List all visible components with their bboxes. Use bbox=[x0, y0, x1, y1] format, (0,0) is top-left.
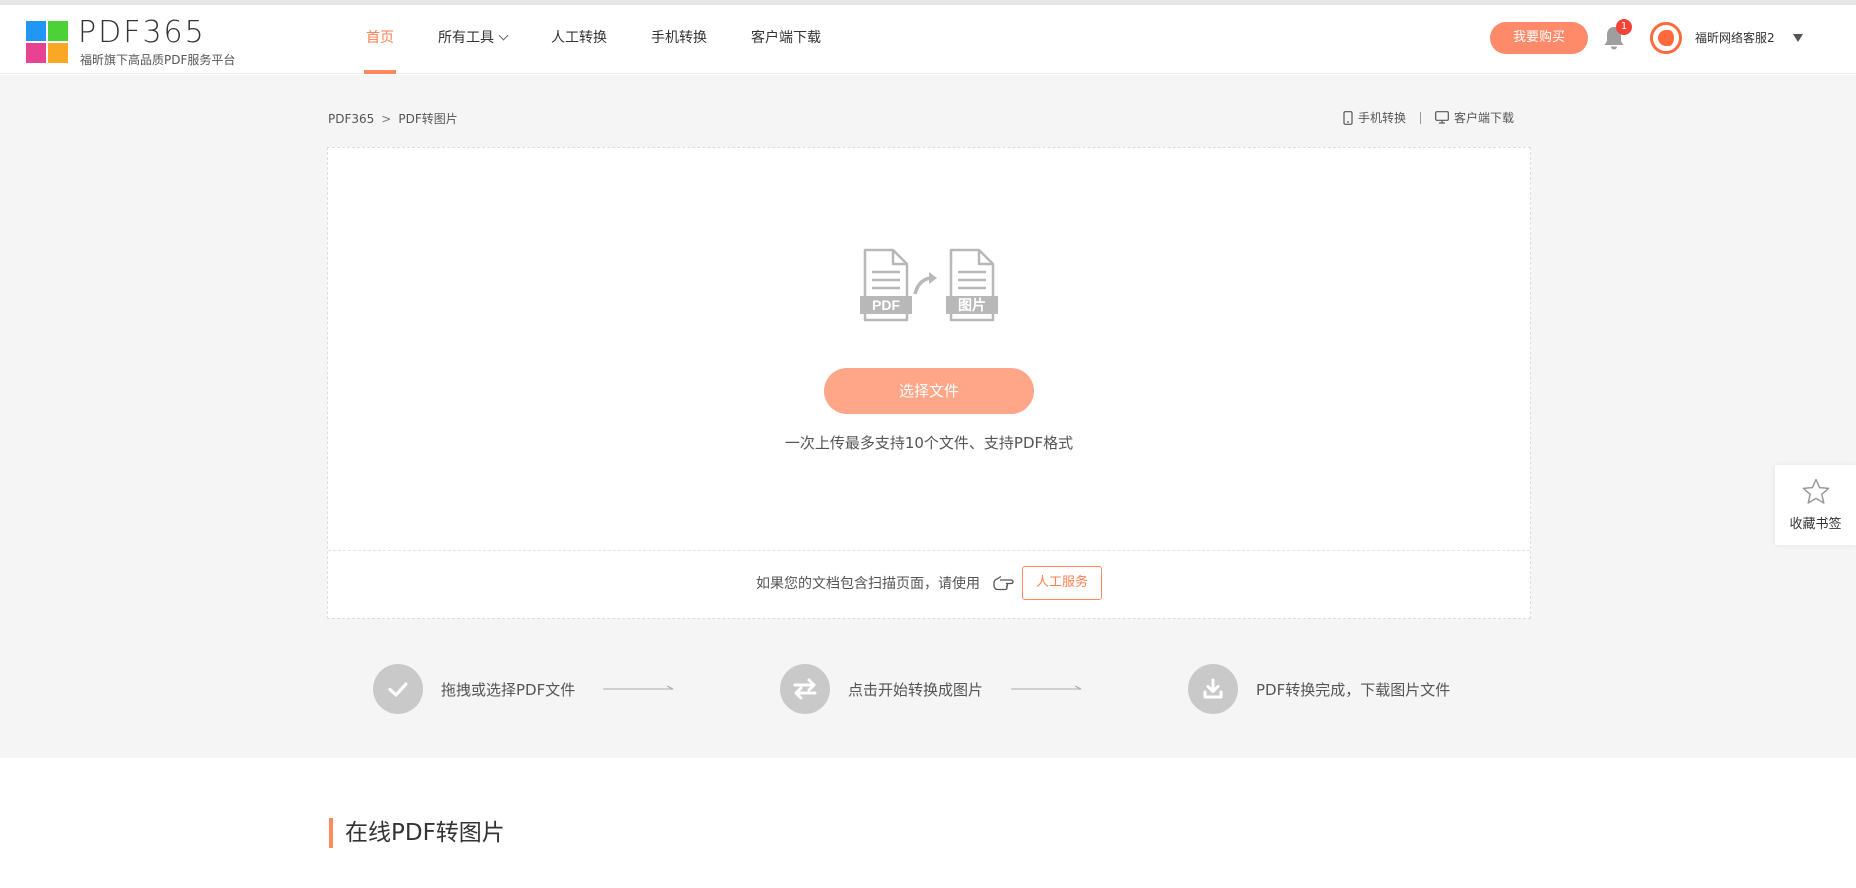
user-menu-caret-icon[interactable] bbox=[1793, 34, 1803, 42]
upload-dropzone[interactable]: PDF 图片 选择文件 一次上传最多支持10个文件、支持PDF格式 如果您的文档… bbox=[327, 147, 1531, 619]
quick-link-desktop-label: 客户端下载 bbox=[1454, 111, 1515, 125]
pdf-to-image-icon: PDF 图片 bbox=[860, 248, 998, 322]
bookmark-widget[interactable]: 收藏书签 bbox=[1775, 465, 1856, 545]
quick-link-desktop[interactable]: 客户端下载 bbox=[1435, 109, 1514, 126]
quick-links: 手机转换 客户端下载 bbox=[1343, 109, 1514, 126]
nav-item-human-conversion[interactable]: 人工转换 bbox=[551, 5, 607, 74]
step-arrow-icon bbox=[1011, 685, 1082, 690]
logo-mark-icon bbox=[26, 21, 68, 63]
download-icon bbox=[1203, 678, 1223, 699]
scan-notice: 如果您的文档包含扫描页面，请使用 人工服务 bbox=[328, 560, 1530, 606]
step-label: PDF转换完成，下载图片文件 bbox=[1256, 680, 1451, 699]
main-nav: 首页 所有工具 人工转换 手机转换 客户端下载 bbox=[364, 5, 865, 74]
check-icon bbox=[388, 682, 408, 697]
upload-hint: 一次上传最多支持10个文件、支持PDF格式 bbox=[784, 434, 1074, 452]
step-select-file: 拖拽或选择PDF文件 bbox=[373, 663, 675, 715]
step-start-conversion: 点击开始转换成图片 bbox=[780, 663, 1083, 715]
step-label: 点击开始转换成图片 bbox=[848, 680, 984, 699]
step-arrow-icon bbox=[603, 685, 674, 690]
logo-subtitle: 福昕旗下高品质PDF服务平台 bbox=[80, 53, 236, 67]
monitor-icon bbox=[1435, 111, 1449, 124]
step-download: PDF转换完成，下载图片文件 bbox=[1188, 663, 1450, 715]
quick-link-mobile-label: 手机转换 bbox=[1358, 111, 1407, 125]
section-title: 在线PDF转图片 bbox=[329, 818, 505, 848]
step-label: 拖拽或选择PDF文件 bbox=[441, 680, 576, 699]
breadcrumb: PDF365 > PDF转图片 bbox=[328, 110, 458, 127]
nav-item-all-tools-label: 所有工具 bbox=[438, 30, 494, 46]
logo-name: PDF365 bbox=[78, 15, 206, 50]
human-service-button[interactable]: 人工服务 bbox=[1021, 566, 1102, 600]
site-logo[interactable]: PDF365 福昕旗下高品质PDF服务平台 bbox=[26, 15, 246, 67]
notification-badge: 1 bbox=[1616, 19, 1632, 35]
quick-link-mobile[interactable]: 手机转换 bbox=[1343, 109, 1406, 126]
step-circle bbox=[780, 664, 830, 714]
step-circle bbox=[1188, 664, 1238, 714]
nav-item-home[interactable]: 首页 bbox=[364, 5, 396, 74]
avatar[interactable] bbox=[1650, 22, 1682, 54]
step-circle bbox=[373, 664, 423, 714]
select-file-button[interactable]: 选择文件 bbox=[824, 368, 1034, 414]
swap-icon bbox=[793, 678, 817, 700]
breadcrumb-separator: > bbox=[381, 112, 392, 126]
nav-item-all-tools[interactable]: 所有工具 bbox=[438, 5, 509, 74]
chevron-down-icon bbox=[498, 30, 509, 41]
upload-divider bbox=[328, 550, 1530, 551]
site-header: PDF365 福昕旗下高品质PDF服务平台 首页 所有工具 人工转换 手机转换 … bbox=[0, 5, 1856, 74]
username[interactable]: 福昕网络客服2 bbox=[1695, 29, 1775, 46]
pdf-icon-label: PDF bbox=[872, 297, 900, 313]
scan-notice-text: 如果您的文档包含扫描页面，请使用 bbox=[755, 576, 980, 592]
quick-links-divider bbox=[1420, 111, 1422, 124]
image-icon-label: 图片 bbox=[958, 297, 986, 314]
star-icon bbox=[1802, 478, 1829, 504]
breadcrumb-current: PDF转图片 bbox=[398, 112, 458, 126]
nav-item-mobile-conversion[interactable]: 手机转换 bbox=[651, 5, 707, 74]
breadcrumb-root[interactable]: PDF365 bbox=[328, 112, 374, 126]
buy-button[interactable]: 我要购买 bbox=[1490, 22, 1588, 54]
nav-item-client-download[interactable]: 客户端下载 bbox=[751, 5, 821, 74]
phone-icon bbox=[1343, 110, 1353, 125]
bookmark-label: 收藏书签 bbox=[1789, 517, 1842, 532]
pointing-hand-icon bbox=[993, 575, 1014, 591]
